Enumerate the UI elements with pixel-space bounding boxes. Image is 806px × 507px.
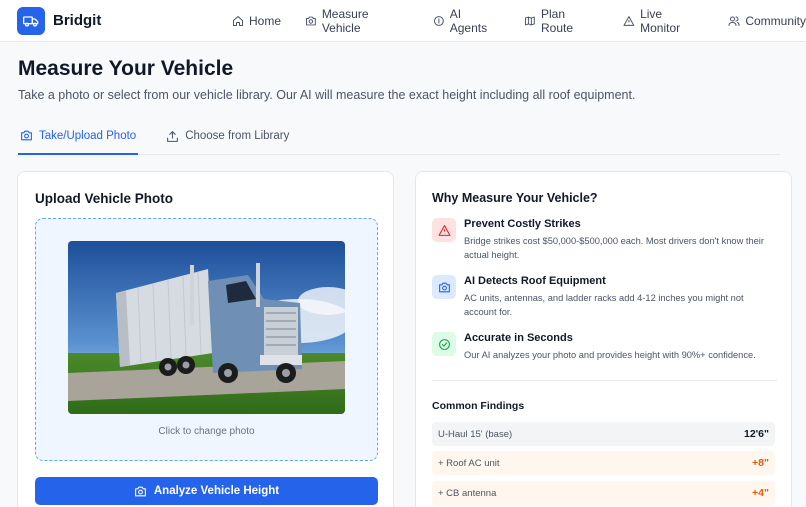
nav-item-home[interactable]: Home bbox=[232, 14, 281, 28]
dropzone-caption: Click to change photo bbox=[158, 426, 255, 437]
finding-value: +8" bbox=[752, 457, 769, 469]
nav-label: Measure Vehicle bbox=[321, 7, 369, 35]
why-measure-card: Why Measure Your Vehicle? Prevent Costly… bbox=[415, 171, 792, 507]
why-item-description: Bridge strikes cost $50,000-$500,000 eac… bbox=[464, 236, 764, 260]
page-title: Measure Your Vehicle bbox=[18, 57, 234, 80]
nav-label: Live Monitor bbox=[640, 7, 681, 35]
photo-dropzone[interactable]: Click to change photo bbox=[35, 218, 378, 461]
nav-item-plan-route[interactable]: Plan Route bbox=[524, 7, 599, 35]
users-icon bbox=[728, 16, 740, 26]
why-item-heading: AI Detects Roof Equipment bbox=[464, 275, 606, 287]
tab-take-upload-photo[interactable]: Take/Upload Photo bbox=[18, 118, 139, 155]
map-icon bbox=[525, 16, 536, 26]
why-card-title: Why Measure Your Vehicle? bbox=[432, 191, 598, 205]
finding-label: U-Haul 15' (base) bbox=[438, 428, 513, 440]
analyze-button-label: Analyze Vehicle Height bbox=[153, 485, 280, 497]
alert-triangle-icon bbox=[432, 218, 456, 242]
brand-name: Bridgit bbox=[53, 12, 102, 29]
why-item-description: Our AI analyzes your photo and provides … bbox=[464, 350, 756, 360]
info-circle-icon bbox=[433, 16, 444, 26]
tab-bar: Take/Upload Photo Choose from Library bbox=[18, 118, 780, 155]
finding-row: + Roof AC unit +8" bbox=[432, 451, 775, 475]
tab-label: Take/Upload Photo bbox=[39, 129, 137, 142]
upload-card-title: Upload Vehicle Photo bbox=[35, 191, 174, 206]
common-findings-title: Common Findings bbox=[432, 400, 525, 412]
finding-row: + CB antenna +4" bbox=[432, 481, 775, 505]
finding-label: + CB antenna bbox=[438, 487, 497, 499]
camera-icon bbox=[432, 275, 456, 299]
vehicle-photo bbox=[68, 241, 345, 414]
camera-icon bbox=[305, 16, 316, 26]
top-navbar: Bridgit Home Measure Vehicle AI Agents P… bbox=[0, 0, 806, 42]
why-item-description: AC units, antennas, and ladder racks add… bbox=[464, 293, 744, 317]
finding-value: 12'6" bbox=[744, 428, 769, 440]
check-circle-icon bbox=[432, 332, 456, 356]
nav-label: Home bbox=[249, 14, 282, 28]
warning-triangle-icon bbox=[623, 16, 635, 26]
home-icon bbox=[233, 16, 243, 26]
nav-item-community[interactable]: Community bbox=[728, 14, 806, 28]
nav-links: Home Measure Vehicle AI Agents Plan Rout… bbox=[232, 0, 806, 42]
nav-label: AI Agents bbox=[449, 7, 488, 35]
tab-choose-from-library[interactable]: Choose from Library bbox=[164, 118, 291, 154]
nav-label: Community bbox=[745, 14, 806, 28]
finding-label: + Roof AC unit bbox=[438, 457, 500, 469]
nav-item-ai-agents[interactable]: AI Agents bbox=[433, 7, 500, 35]
upload-icon bbox=[167, 130, 179, 142]
truck-logo-icon bbox=[17, 6, 45, 35]
camera-icon bbox=[134, 486, 146, 496]
why-item-heading: Prevent Costly Strikes bbox=[464, 218, 581, 230]
camera-icon bbox=[21, 130, 32, 141]
finding-value: +4" bbox=[752, 487, 769, 499]
why-item-heading: Accurate in Seconds bbox=[464, 332, 573, 344]
finding-row: U-Haul 15' (base) 12'6" bbox=[432, 422, 775, 446]
tab-label: Choose from Library bbox=[185, 130, 290, 142]
divider bbox=[432, 380, 777, 381]
page-subtitle: Take a photo or select from our vehicle … bbox=[18, 88, 636, 102]
nav-item-live-monitor[interactable]: Live Monitor bbox=[623, 7, 704, 35]
brand[interactable]: Bridgit bbox=[17, 6, 102, 35]
nav-item-measure-vehicle[interactable]: Measure Vehicle bbox=[305, 7, 409, 35]
analyze-vehicle-height-button[interactable]: Analyze Vehicle Height bbox=[35, 477, 378, 505]
nav-label: Plan Route bbox=[540, 7, 574, 35]
upload-card: Upload Vehicle Photo Click to change pho… bbox=[17, 171, 394, 507]
